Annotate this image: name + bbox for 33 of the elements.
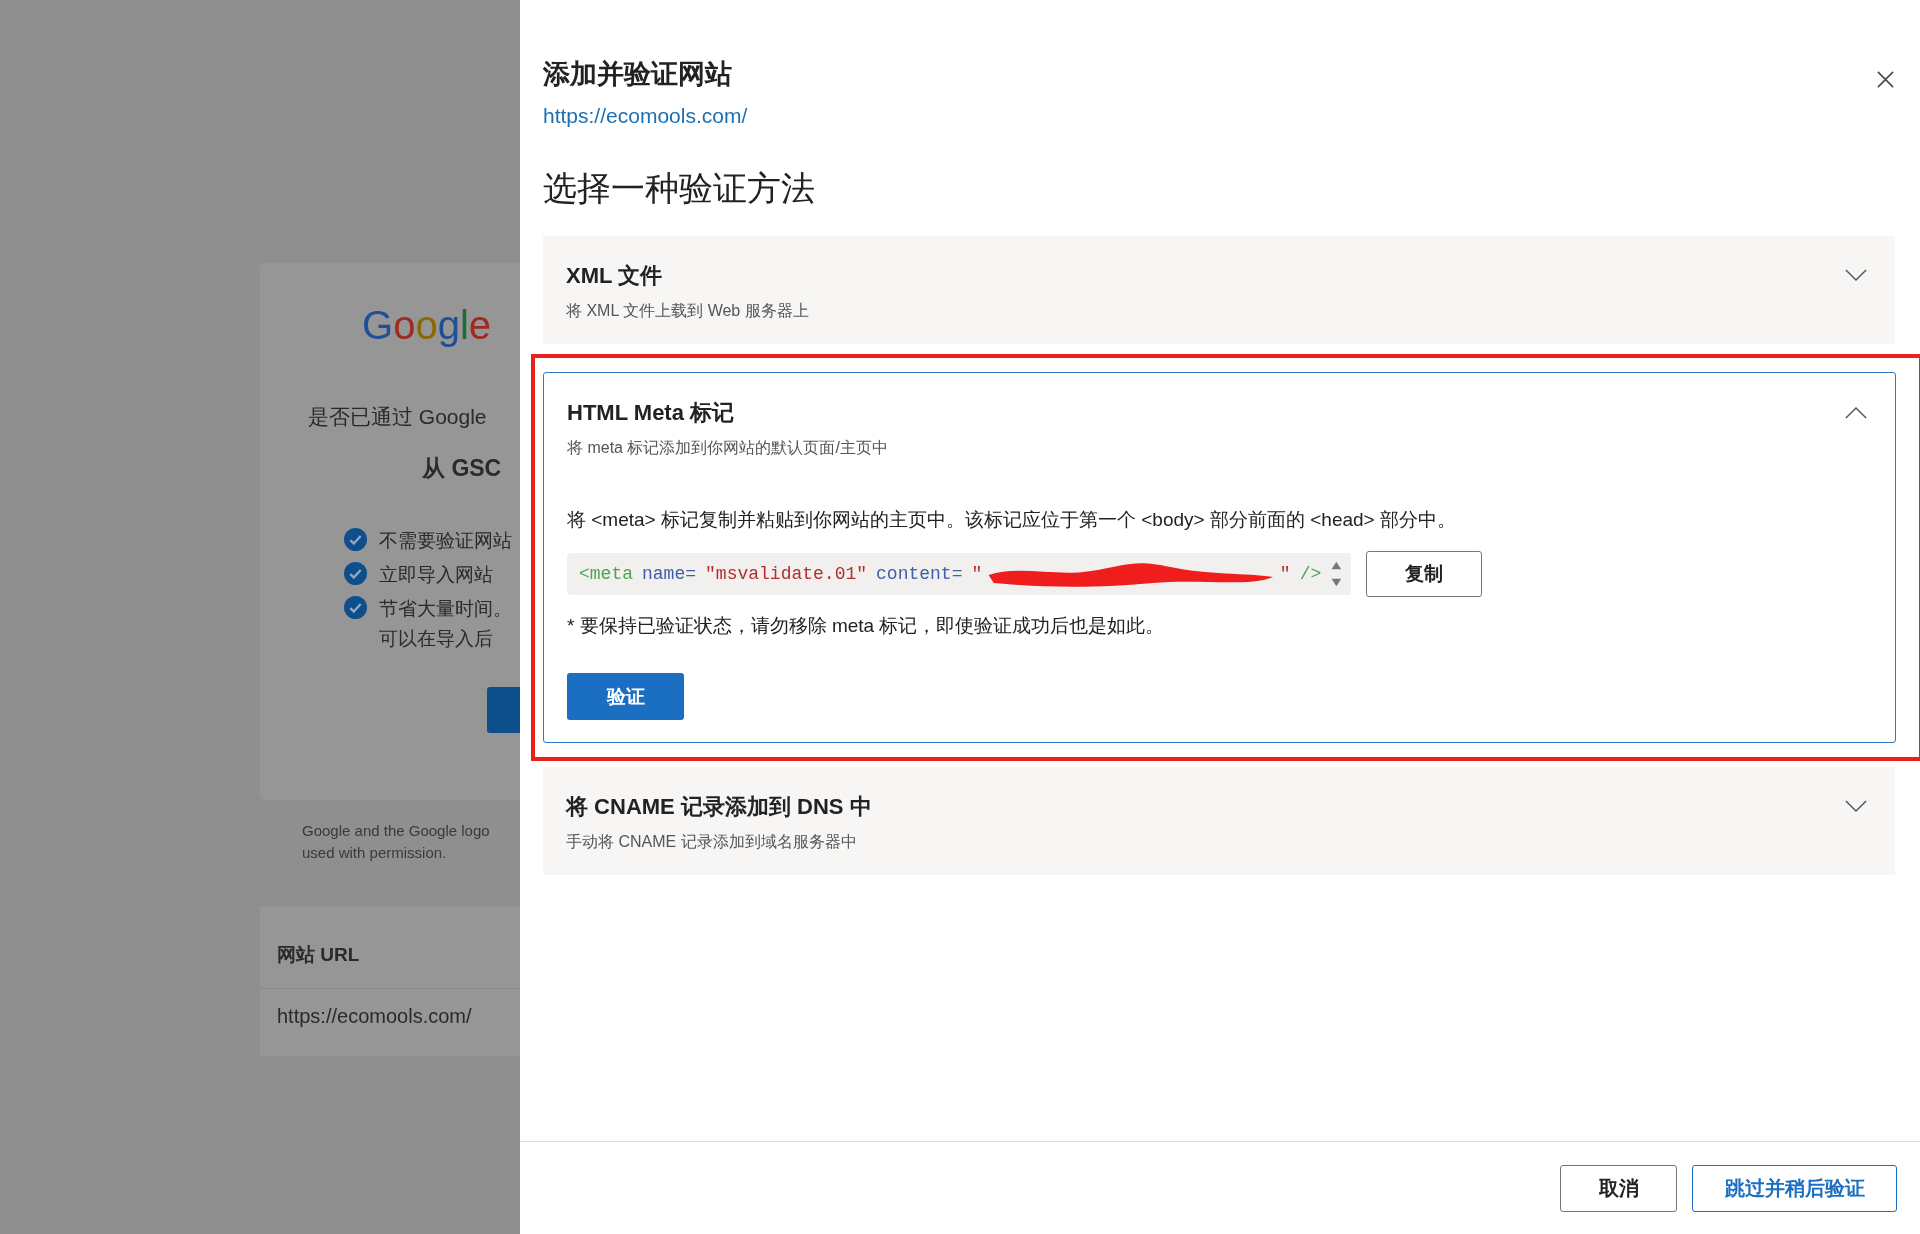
close-icon[interactable]: [1876, 70, 1895, 89]
question-text: 是否已通过 Google: [308, 404, 487, 430]
check-circle-icon: [344, 528, 367, 551]
section-heading: 选择一种验证方法: [543, 168, 816, 209]
benefit-text: 节省大量时间。: [379, 597, 512, 621]
footer-button[interactable]: 取消: [1560, 1165, 1677, 1212]
verify-button[interactable]: 验证: [567, 673, 684, 720]
footer-button[interactable]: 跳过并稍后验证: [1692, 1165, 1897, 1212]
method-title[interactable]: HTML Meta 标记: [567, 398, 888, 428]
dialog-title: 添加并验证网站: [543, 58, 733, 91]
method-title[interactable]: XML 文件: [566, 261, 809, 291]
code-field[interactable]: <meta name= "msvalidate.01" content= " " />: [567, 553, 1351, 595]
chevron-down-icon[interactable]: [1845, 269, 1867, 282]
logo-text: Google: [362, 303, 491, 348]
copy-button[interactable]: 复制: [1366, 551, 1482, 597]
chevron-up-icon[interactable]: [1845, 406, 1867, 419]
legal-text: used with permission.: [302, 843, 448, 863]
benefit-text: 可以在导入后: [379, 627, 494, 651]
site-link[interactable]: https://ecomools.com/: [543, 104, 748, 128]
benefit-text: 不需要验证网站: [379, 529, 512, 553]
method-title[interactable]: 将 CNAME 记录添加到 DNS 中: [566, 792, 872, 822]
instruction-text: 将 <meta> 标记复制并粘贴到你网站的主页中。该标记应位于第一个 <body> 部分前面的 <head> 部分中。: [567, 508, 1457, 532]
check-circle-icon: [344, 562, 367, 585]
note-text: * 要保持已验证状态，请勿移除 meta 标记，即使验证成功后也是如此。: [567, 614, 1166, 638]
subtitle-text: 从 GSC: [422, 454, 502, 483]
benefit-text: 立即导入网站: [379, 563, 493, 587]
url-value: https://ecomools.com/: [276, 1004, 473, 1028]
legal-text: Google and the Google logo: [302, 821, 491, 841]
method-description: 将 XML 文件上载到 Web 服务器上: [566, 301, 809, 321]
check-circle-icon: [344, 596, 367, 619]
chevron-down-icon[interactable]: [1845, 800, 1867, 813]
method-description: 手动将 CNAME 记录添加到域名服务器中: [566, 832, 858, 852]
method-description: 将 meta 标记添加到你网站的默认页面/主页中: [567, 438, 888, 458]
